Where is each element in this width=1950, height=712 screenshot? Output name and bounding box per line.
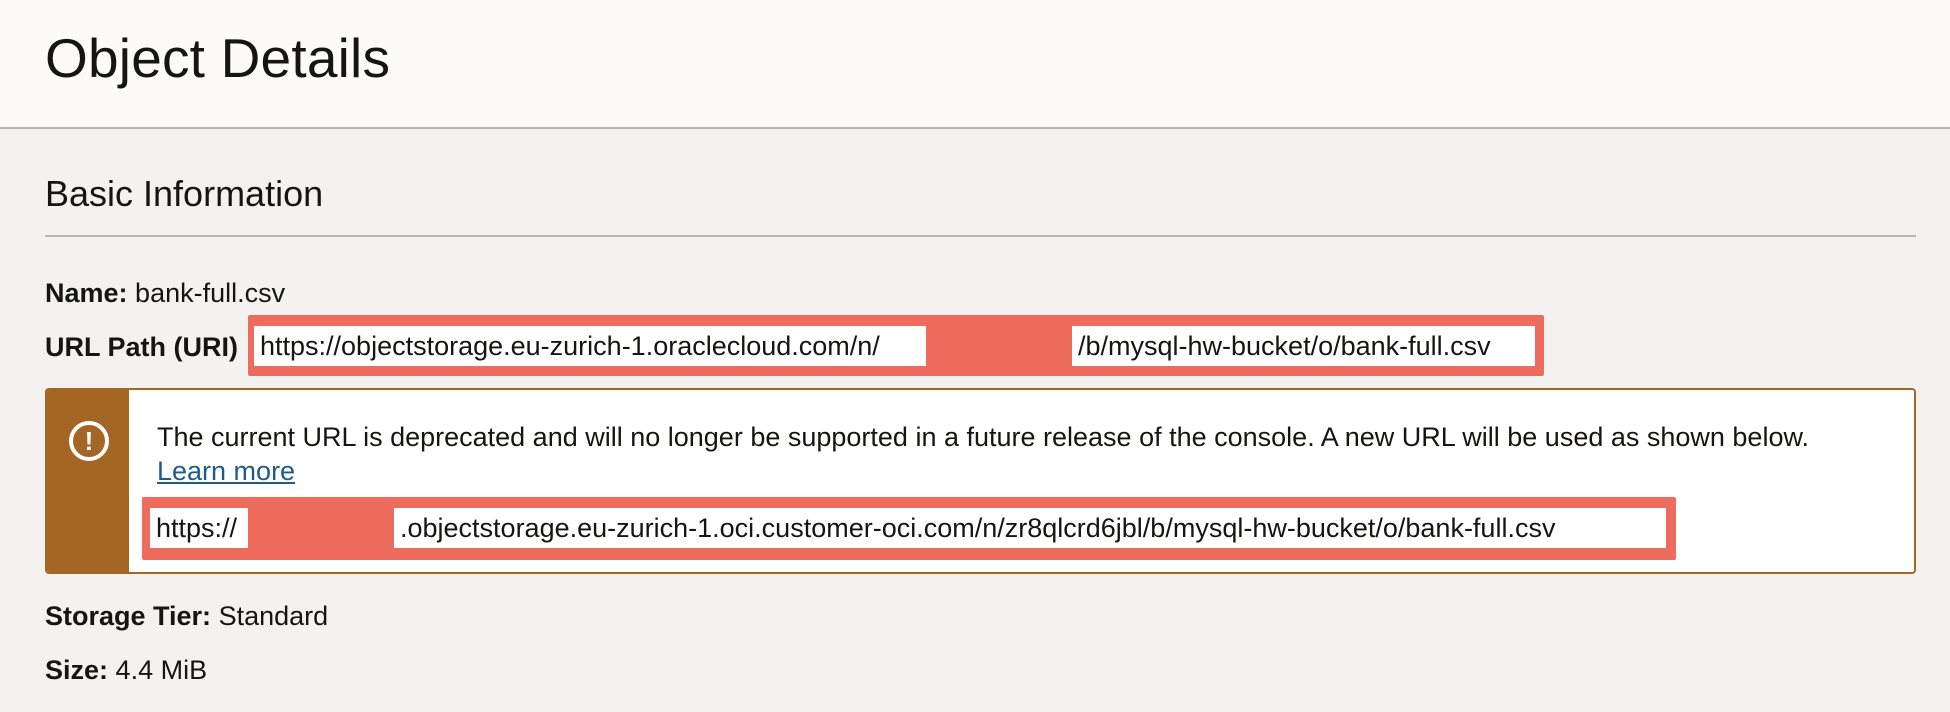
name-field: Name: bank-full.csv — [45, 278, 285, 309]
page-header: Object Details — [0, 0, 1950, 129]
size-field: Size: 4.4 MiB — [45, 655, 207, 686]
notice-message: The current URL is deprecated and will n… — [157, 420, 1877, 488]
name-value[interactable]: bank-full.csv — [135, 278, 285, 308]
size-value: 4.4 MiB — [115, 655, 208, 685]
uri-value-start[interactable]: https://objectstorage.eu-zurich-1.oracle… — [254, 326, 926, 366]
uri-value-end[interactable]: /b/mysql-hw-bucket/o/bank-full.csv — [1072, 326, 1535, 366]
exclamation-circle-icon: ! — [69, 421, 109, 461]
new-url-end[interactable]: .objectstorage.eu-zurich-1.oci.customer-… — [394, 508, 1666, 548]
new-url-start[interactable]: https:// — [150, 508, 248, 548]
page-title: Object Details — [45, 27, 391, 89]
storage-tier-field: Storage Tier: Standard — [45, 601, 328, 632]
size-label: Size: — [45, 655, 109, 685]
uri-label: URL Path (URI) — [45, 332, 238, 362]
section-title: Basic Information — [45, 173, 324, 214]
notice-status-bar: ! — [47, 390, 129, 572]
storage-tier-value: Standard — [218, 601, 329, 631]
notice-text: The current URL is deprecated and will n… — [157, 422, 1809, 452]
learn-more-link[interactable]: Learn more — [157, 456, 295, 486]
name-label: Name: — [45, 278, 128, 308]
storage-tier-label: Storage Tier: — [45, 601, 212, 631]
section-divider — [45, 235, 1916, 237]
